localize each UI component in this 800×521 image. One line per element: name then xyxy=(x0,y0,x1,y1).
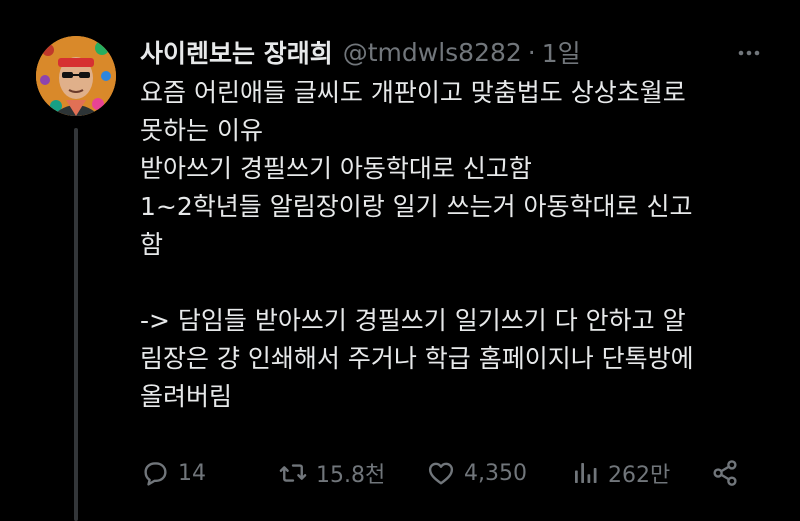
tweet-text-line: 받아쓰기 경필쓰기 아동학대로 신고함 xyxy=(140,154,532,183)
thread-line xyxy=(74,128,78,521)
share-icon xyxy=(713,460,737,486)
tweet-text-line: 못하는 이유 xyxy=(140,116,263,145)
avatar-image xyxy=(36,36,116,116)
retweet-count: 15.8천 xyxy=(316,463,386,488)
heart-icon xyxy=(428,462,454,485)
more-dots-icon xyxy=(738,50,760,56)
views-count: 262만 xyxy=(608,463,671,488)
tweet-text-line: 1~2학년들 알림장이랑 일기 쓰는거 아동학대로 신고 xyxy=(140,192,693,221)
display-name[interactable]: 사이렌보는 장래희 xyxy=(140,34,333,70)
like-count: 4,350 xyxy=(464,460,527,486)
post-time[interactable]: 1일 xyxy=(542,34,581,70)
tweet-text-line: 함 xyxy=(140,230,164,259)
tweet-text-line xyxy=(140,264,765,302)
more-options-button[interactable] xyxy=(736,40,762,66)
user-handle[interactable]: @tmdwls8282 xyxy=(343,38,522,67)
tweet[interactable]: 사이렌보는 장래희 @tmdwls8282 · 1일 요즘 어린애들 글씨도 개… xyxy=(0,0,800,521)
tweet-text-line: 요즘 어린애들 글씨도 개판이고 맞춤법도 상상초월로 xyxy=(140,78,686,107)
reply-count: 14 xyxy=(178,460,206,486)
tweet-text-line: 림장은 걍 인쇄해서 주거나 학급 홈페이지나 단톡방에 xyxy=(140,344,694,373)
tweet-text-line: 올려버림 xyxy=(140,382,233,411)
reply-button[interactable]: 14 xyxy=(140,453,206,493)
like-button[interactable]: 4,350 xyxy=(426,453,527,493)
separator-dot: · xyxy=(527,37,536,67)
retweet-button[interactable]: 15.8천 xyxy=(278,453,385,493)
views-button[interactable]: 262만 xyxy=(570,453,670,493)
tweet-actions: 14 15.8천 4,350 262만 xyxy=(140,453,770,493)
share-button[interactable] xyxy=(710,453,748,493)
retweet-icon xyxy=(279,464,307,482)
views-bar-icon xyxy=(575,463,597,483)
avatar[interactable] xyxy=(36,36,116,116)
tweet-text: 요즘 어린애들 글씨도 개판이고 맞춤법도 상상초월로 못하는 이유 받아쓰기 … xyxy=(140,74,765,416)
reply-bubble-icon xyxy=(144,462,167,486)
tweet-header: 사이렌보는 장래희 @tmdwls8282 · 1일 xyxy=(140,34,581,70)
tweet-text-line: -> 담임들 받아쓰기 경필쓰기 일기쓰기 다 안하고 알 xyxy=(140,306,686,335)
